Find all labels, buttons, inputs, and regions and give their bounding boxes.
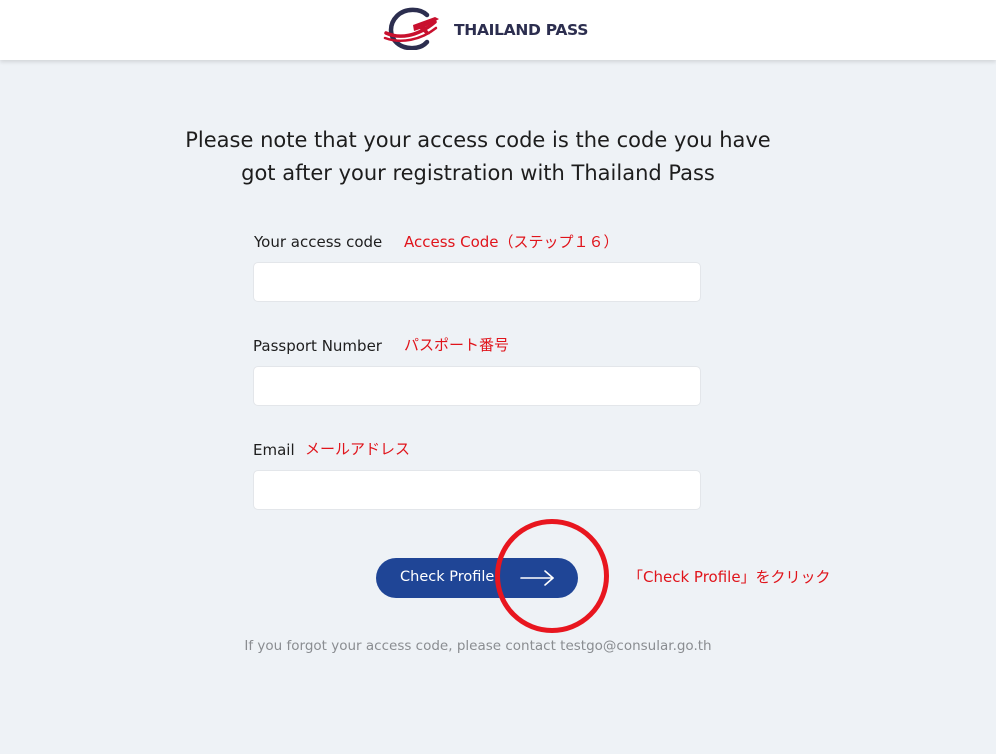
access-code-label: Your access code bbox=[254, 233, 383, 251]
notice-line-2: got after your registration with Thailan… bbox=[241, 161, 715, 185]
notice-line-1: Please note that your access code is the… bbox=[185, 128, 771, 152]
access-code-notice: Please note that your access code is the… bbox=[150, 124, 806, 190]
access-code-input[interactable] bbox=[253, 262, 701, 302]
arrow-right-icon bbox=[520, 570, 554, 586]
thailand-pass-logo[interactable]: THAILAND PASS bbox=[383, 6, 613, 50]
passport-number-input[interactable] bbox=[253, 366, 701, 406]
logo-text: THAILAND PASS bbox=[454, 21, 589, 39]
email-label: Email bbox=[253, 441, 295, 459]
passport-number-annotation: パスポート番号 bbox=[404, 336, 510, 354]
check-profile-annotation: 「Check Profile」をクリック bbox=[628, 568, 831, 586]
passport-number-label: Passport Number bbox=[253, 337, 382, 355]
email-annotation: メールアドレス bbox=[305, 440, 411, 458]
check-profile-button[interactable]: Check Profile bbox=[376, 558, 578, 598]
site-header: THAILAND PASS bbox=[0, 0, 996, 60]
plane-globe-icon bbox=[383, 7, 439, 50]
forgot-code-help-text: If you forgot your access code, please c… bbox=[244, 638, 712, 654]
check-profile-label: Check Profile bbox=[400, 569, 495, 585]
access-code-annotation: Access Code（ステップ１６） bbox=[404, 233, 619, 251]
email-input[interactable] bbox=[253, 470, 701, 510]
